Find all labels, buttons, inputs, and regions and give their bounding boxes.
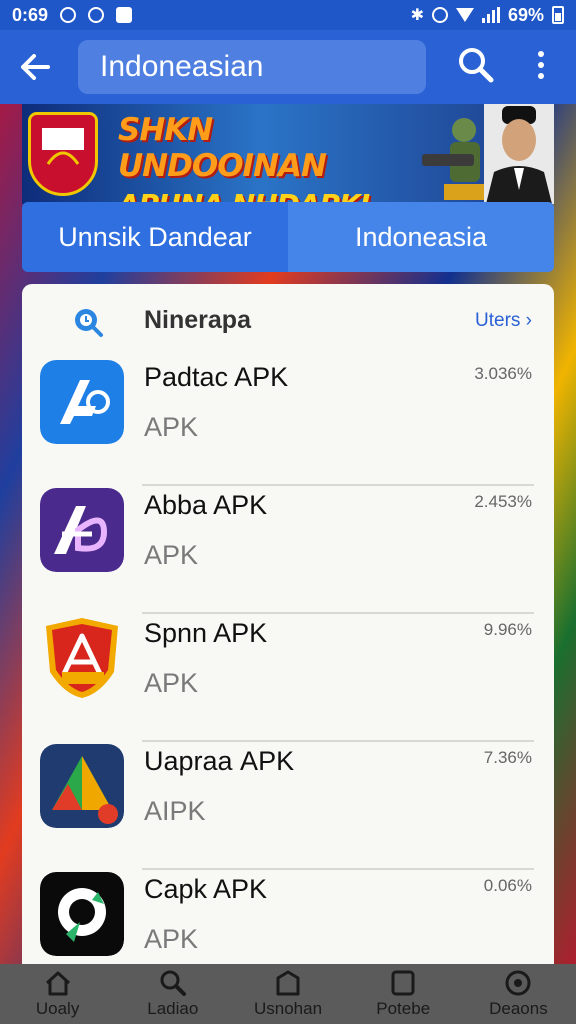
app-percent: 2.453% — [474, 492, 532, 511]
app-percent: 7.36% — [483, 748, 532, 767]
notification-icon — [60, 7, 77, 23]
tab-indoneasia[interactable]: Indoneasia — [288, 202, 554, 272]
tab-bar: Unnsik Dandear Indoneasia — [22, 202, 554, 272]
back-button[interactable] — [12, 44, 58, 90]
list-item[interactable]: Uaprаа APK AIPK 7.36% — [22, 742, 554, 870]
banner-line-1: SHKN UNDOOINAN — [118, 112, 327, 184]
app-percent: 3.036% — [474, 364, 532, 383]
back-arrow-icon — [21, 54, 50, 80]
status-time: 0:69 — [12, 4, 49, 25]
nav-label: Deaons — [489, 999, 548, 1018]
nav-label: Ladiao — [147, 999, 199, 1018]
list-item[interactable]: Abba APK APK 2.453% — [22, 486, 554, 614]
soldier-illustration-icon — [422, 118, 488, 200]
battery-text: 69% — [507, 4, 544, 25]
search-button[interactable] — [455, 44, 497, 86]
person-portrait-icon — [484, 104, 554, 204]
nav-item-search[interactable]: Ladiao — [115, 964, 230, 1024]
app-type: APK — [144, 540, 199, 570]
message-icon — [88, 7, 105, 23]
app-name: Spnn APK — [144, 618, 268, 648]
app-logo-shield-icon — [46, 618, 118, 698]
app-type: APK — [144, 412, 199, 442]
app-logo-black-icon — [40, 872, 124, 956]
signal-icon — [481, 7, 500, 23]
emblem-icon — [28, 112, 98, 196]
nav-item-bag[interactable]: Usnohan — [230, 964, 345, 1024]
app-type: AIPK — [144, 796, 206, 826]
app-percent: 0.06% — [483, 876, 532, 895]
circle-icon — [505, 970, 531, 996]
app-name: Abba APK — [144, 490, 268, 520]
square-icon — [391, 970, 415, 996]
search-clock-icon — [75, 309, 103, 337]
nav-label: Usnohan — [253, 999, 323, 1018]
alarm-icon — [431, 7, 448, 23]
bottom-navigation: Uoaly Ladiao Usnohan Potebe Deaons — [0, 964, 576, 1024]
app-name: Capk APK — [144, 874, 268, 904]
nav-item-circle[interactable]: Deaons — [461, 964, 576, 1024]
status-bar: 0:69 ✱ 69% — [0, 0, 576, 30]
search-icon — [459, 48, 494, 83]
more-dot-icon — [538, 51, 544, 57]
app-type: APK — [144, 924, 199, 954]
wifi-icon — [455, 8, 474, 22]
app-logo-triangle-icon — [40, 744, 124, 828]
list-item[interactable]: Spnn APK APK 9.96% — [22, 614, 554, 742]
app-notification-icon — [116, 7, 133, 23]
search-icon — [160, 970, 186, 996]
app-name: Uaprаа APK — [144, 746, 295, 776]
app-name: Padtac APK — [144, 362, 289, 392]
home-icon — [45, 971, 70, 996]
nav-item-square[interactable]: Potebe — [346, 964, 461, 1024]
page-title: Indoneasian — [100, 50, 264, 83]
bluetooth-icon: ✱ — [410, 7, 424, 24]
app-percent: 9.96% — [483, 620, 532, 639]
more-dot-icon — [538, 73, 544, 79]
banner-headline: SHKN UNDOOINAN APUNA NHDAPKI — [118, 112, 418, 204]
nav-item-home[interactable]: Uoaly — [0, 964, 115, 1024]
nav-label: Uoaly — [35, 999, 80, 1018]
section-header: Ninerapa Uters › — [22, 284, 554, 356]
app-logo-purple-icon — [40, 488, 124, 572]
tab-label: Unnsik Dandear — [58, 221, 252, 252]
app-bar: Indoneasian — [0, 30, 576, 104]
see-more-link[interactable]: Uters › — [475, 310, 532, 332]
list-item[interactable]: Padtac APK APK 3.036% — [22, 358, 554, 486]
more-options-button[interactable] — [526, 44, 556, 86]
tab-label: Indoneasia — [354, 221, 488, 252]
bag-icon — [276, 970, 300, 996]
app-logo-blue-icon — [40, 360, 124, 444]
promo-banner[interactable]: SHKN UNDOOINAN APUNA NHDAPKI — [22, 104, 554, 204]
more-dot-icon — [538, 62, 544, 68]
section-title: Ninerapa — [144, 306, 251, 334]
battery-icon — [552, 6, 564, 24]
tab-unnsik-dandear[interactable]: Unnsik Dandear — [22, 202, 288, 272]
app-list-card: Ninerapa Uters › Padtac APK APK 3.036% A… — [22, 284, 554, 984]
nav-label: Potebe — [376, 999, 431, 1018]
search-field[interactable]: Indoneasian — [78, 40, 426, 94]
app-type: APK — [144, 668, 199, 698]
